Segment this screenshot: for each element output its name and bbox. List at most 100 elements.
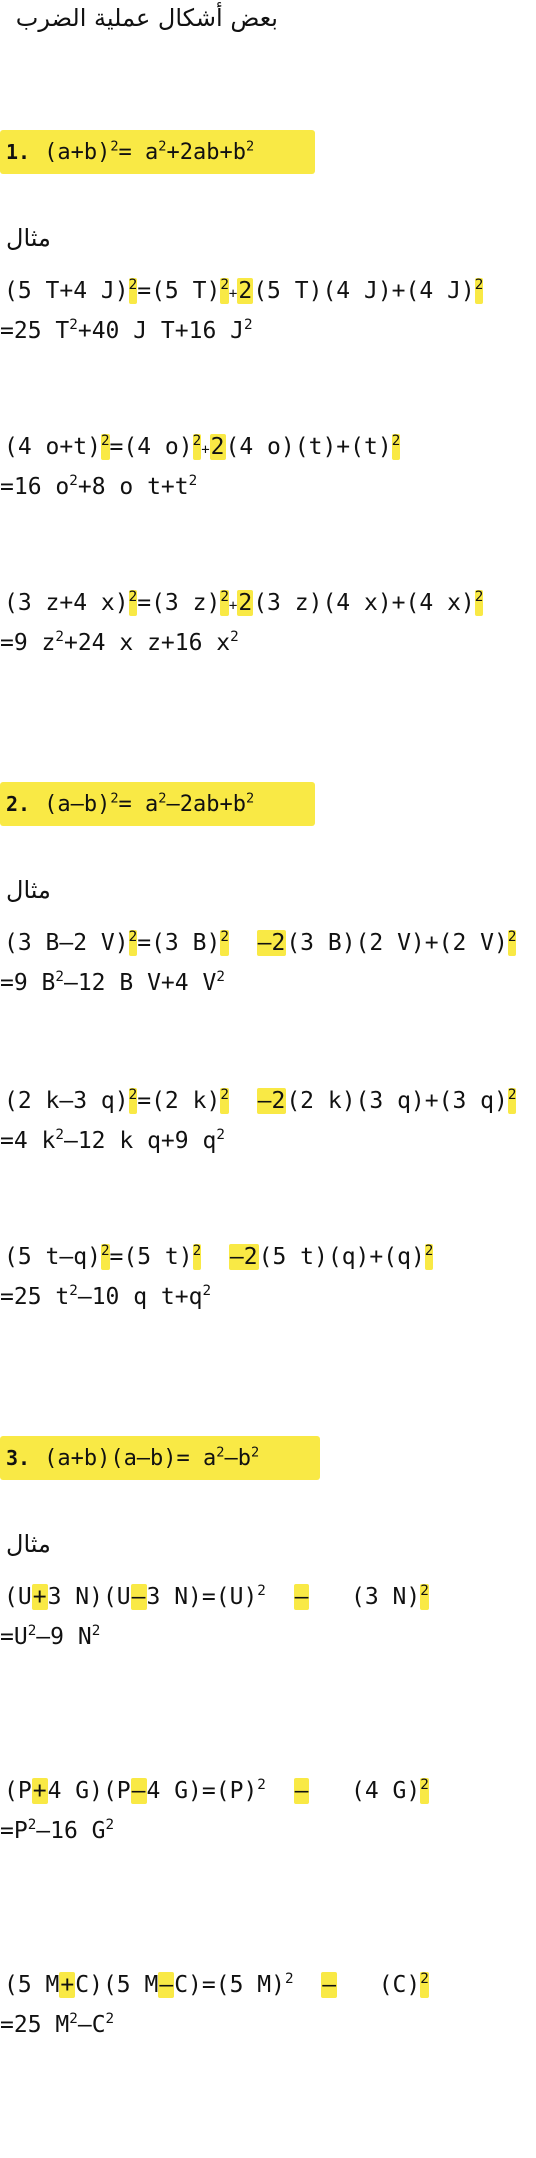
exponent: 2 — [69, 1283, 78, 1300]
result: –16 G — [36, 1818, 106, 1844]
exponent: 2 — [420, 1971, 429, 1988]
formula-rhs: a — [145, 792, 159, 817]
exponent: 2 — [257, 1583, 266, 1600]
formula-rhs: a — [145, 140, 159, 165]
exponent: 2 — [188, 473, 198, 490]
expr: (3 B–2 V) — [4, 930, 129, 956]
exponent: 2 — [257, 1777, 266, 1794]
result-line: =P2–16 G2 — [0, 1818, 114, 1844]
expr: (C) — [378, 1972, 421, 1998]
exponent: 2 — [216, 969, 225, 986]
exponent: 2 — [284, 1971, 294, 1988]
exponent: 2 — [220, 589, 229, 606]
result: –12 B V+4 V — [63, 970, 217, 996]
exponent: 2 — [105, 1817, 115, 1834]
result: =P — [0, 1818, 28, 1844]
exponent: 2 — [244, 317, 253, 334]
example-line: (5 t–q)2=(5 t)2 –2(5 t)(q)+(q)2 — [4, 1243, 434, 1270]
exponent: 2 — [69, 317, 78, 334]
coefficient: –2 — [228, 1244, 259, 1270]
expr: (3 N) — [351, 1584, 421, 1610]
exponent: 2 — [55, 1127, 64, 1144]
expr: C)(5 M — [75, 1972, 159, 1998]
operator: + — [31, 1584, 48, 1610]
expr: (5 M — [4, 1972, 60, 1998]
exponent: 2 — [220, 277, 229, 294]
coefficient: –2 — [256, 1088, 287, 1114]
exponent: 2 — [27, 1623, 37, 1640]
expr: (4 o+t) — [4, 434, 101, 460]
exponent: 2 — [192, 433, 202, 450]
expr: 3 N)=(U) — [146, 1584, 258, 1610]
result: =9 z — [0, 630, 56, 656]
result: =25 t — [0, 1284, 70, 1310]
result: +24 x z+16 x — [63, 630, 231, 656]
exponent: 2 — [128, 1087, 138, 1104]
exponent: 2 — [192, 1243, 202, 1260]
exponent: 2 — [110, 138, 119, 155]
expr: (5 t)(q)+(q) — [258, 1244, 425, 1270]
example-line: (U+3 N)(U–3 N)=(U)2 – (3 N)2 — [4, 1584, 429, 1610]
formula-rhs: a — [203, 1446, 217, 1471]
expr: (5 T)(4 J)+(4 J) — [253, 278, 475, 304]
exponent: 2 — [507, 929, 517, 946]
formula-lhs: (a+b)(a–b)= — [44, 1446, 190, 1471]
formula-number: 1. — [6, 140, 31, 164]
formula-3-box: 3. (a+b)(a–b)= a2–b2 — [0, 1436, 320, 1480]
expr: (4 o)(t)+(t) — [225, 434, 392, 460]
expr: (3 z)(4 x)+(4 x) — [253, 590, 475, 616]
expr: (U — [4, 1584, 32, 1610]
example-line: (3 z+4 x)2=(3 z)2+2(3 z)(4 x)+(4 x)2 — [4, 589, 484, 616]
exponent: 2 — [128, 589, 138, 606]
exponent: 2 — [507, 1087, 517, 1104]
expr: =(3 z) — [137, 590, 221, 616]
formula-2-box: 2. (a–b)2= a2–2ab+b2 — [0, 782, 315, 826]
exponent: 2 — [105, 2011, 115, 2028]
exponent: 2 — [100, 433, 110, 450]
result-line: =16 o2+8 o t+t2 — [0, 474, 197, 500]
result: =4 k — [0, 1128, 56, 1154]
operator: – — [293, 1584, 310, 1610]
result: =U — [0, 1624, 28, 1650]
expr: 4 G)(P — [47, 1778, 131, 1804]
exponent: 2 — [245, 138, 255, 155]
expr: (2 k)(3 q)+(3 q) — [286, 1088, 508, 1114]
coefficient: 2 — [209, 434, 226, 460]
exponent: 2 — [230, 629, 239, 646]
exponent: 2 — [27, 1817, 37, 1834]
expr: (3 B)(2 V)+(2 V) — [286, 930, 508, 956]
formula-number: 2. — [6, 792, 31, 816]
exponent: 2 — [216, 1444, 225, 1461]
operator: – — [293, 1778, 310, 1804]
operator: – — [130, 1584, 147, 1610]
exponent: 2 — [216, 1127, 225, 1144]
exponent: 2 — [424, 1243, 434, 1260]
expr: C)=(5 M) — [174, 1972, 285, 1998]
formula-1: 1. (a+b)2= a2+2ab+b2 — [6, 138, 255, 165]
expr: =(5 T) — [137, 278, 221, 304]
example-line: (2 k–3 q)2=(2 k)2 –2(2 k)(3 q)+(3 q)2 — [4, 1087, 517, 1114]
formula-1-box: 1. (a+b)2= a2+2ab+b2 — [0, 130, 315, 174]
coefficient: 2 — [237, 590, 254, 616]
result: =9 B — [0, 970, 56, 996]
exponent: 2 — [128, 277, 138, 294]
operator: + — [31, 1778, 48, 1804]
formula-number: 3. — [6, 1446, 31, 1470]
example-line: (5 T+4 J)2=(5 T)2+2(5 T)(4 J)+(4 J)2 — [4, 277, 484, 304]
result: =25 T — [0, 318, 70, 344]
exponent: 2 — [474, 589, 484, 606]
formula-rhs: +2ab+b — [166, 140, 246, 165]
result-line: =4 k2–12 k q+9 q2 — [0, 1128, 225, 1154]
exponent: 2 — [420, 1583, 429, 1600]
operator: + — [59, 1972, 76, 1998]
exponent: 2 — [202, 1283, 212, 1300]
result: =16 o — [0, 474, 70, 500]
example-label: مثال — [6, 876, 51, 904]
example-label: مثال — [6, 1530, 51, 1558]
result-line: =U2–9 N2 — [0, 1624, 100, 1650]
exponent: 2 — [220, 929, 229, 946]
result: =25 M — [0, 2012, 70, 2038]
result: –C — [77, 2012, 106, 2038]
expr: =(3 B) — [137, 930, 221, 956]
exponent: 2 — [69, 2011, 78, 2028]
